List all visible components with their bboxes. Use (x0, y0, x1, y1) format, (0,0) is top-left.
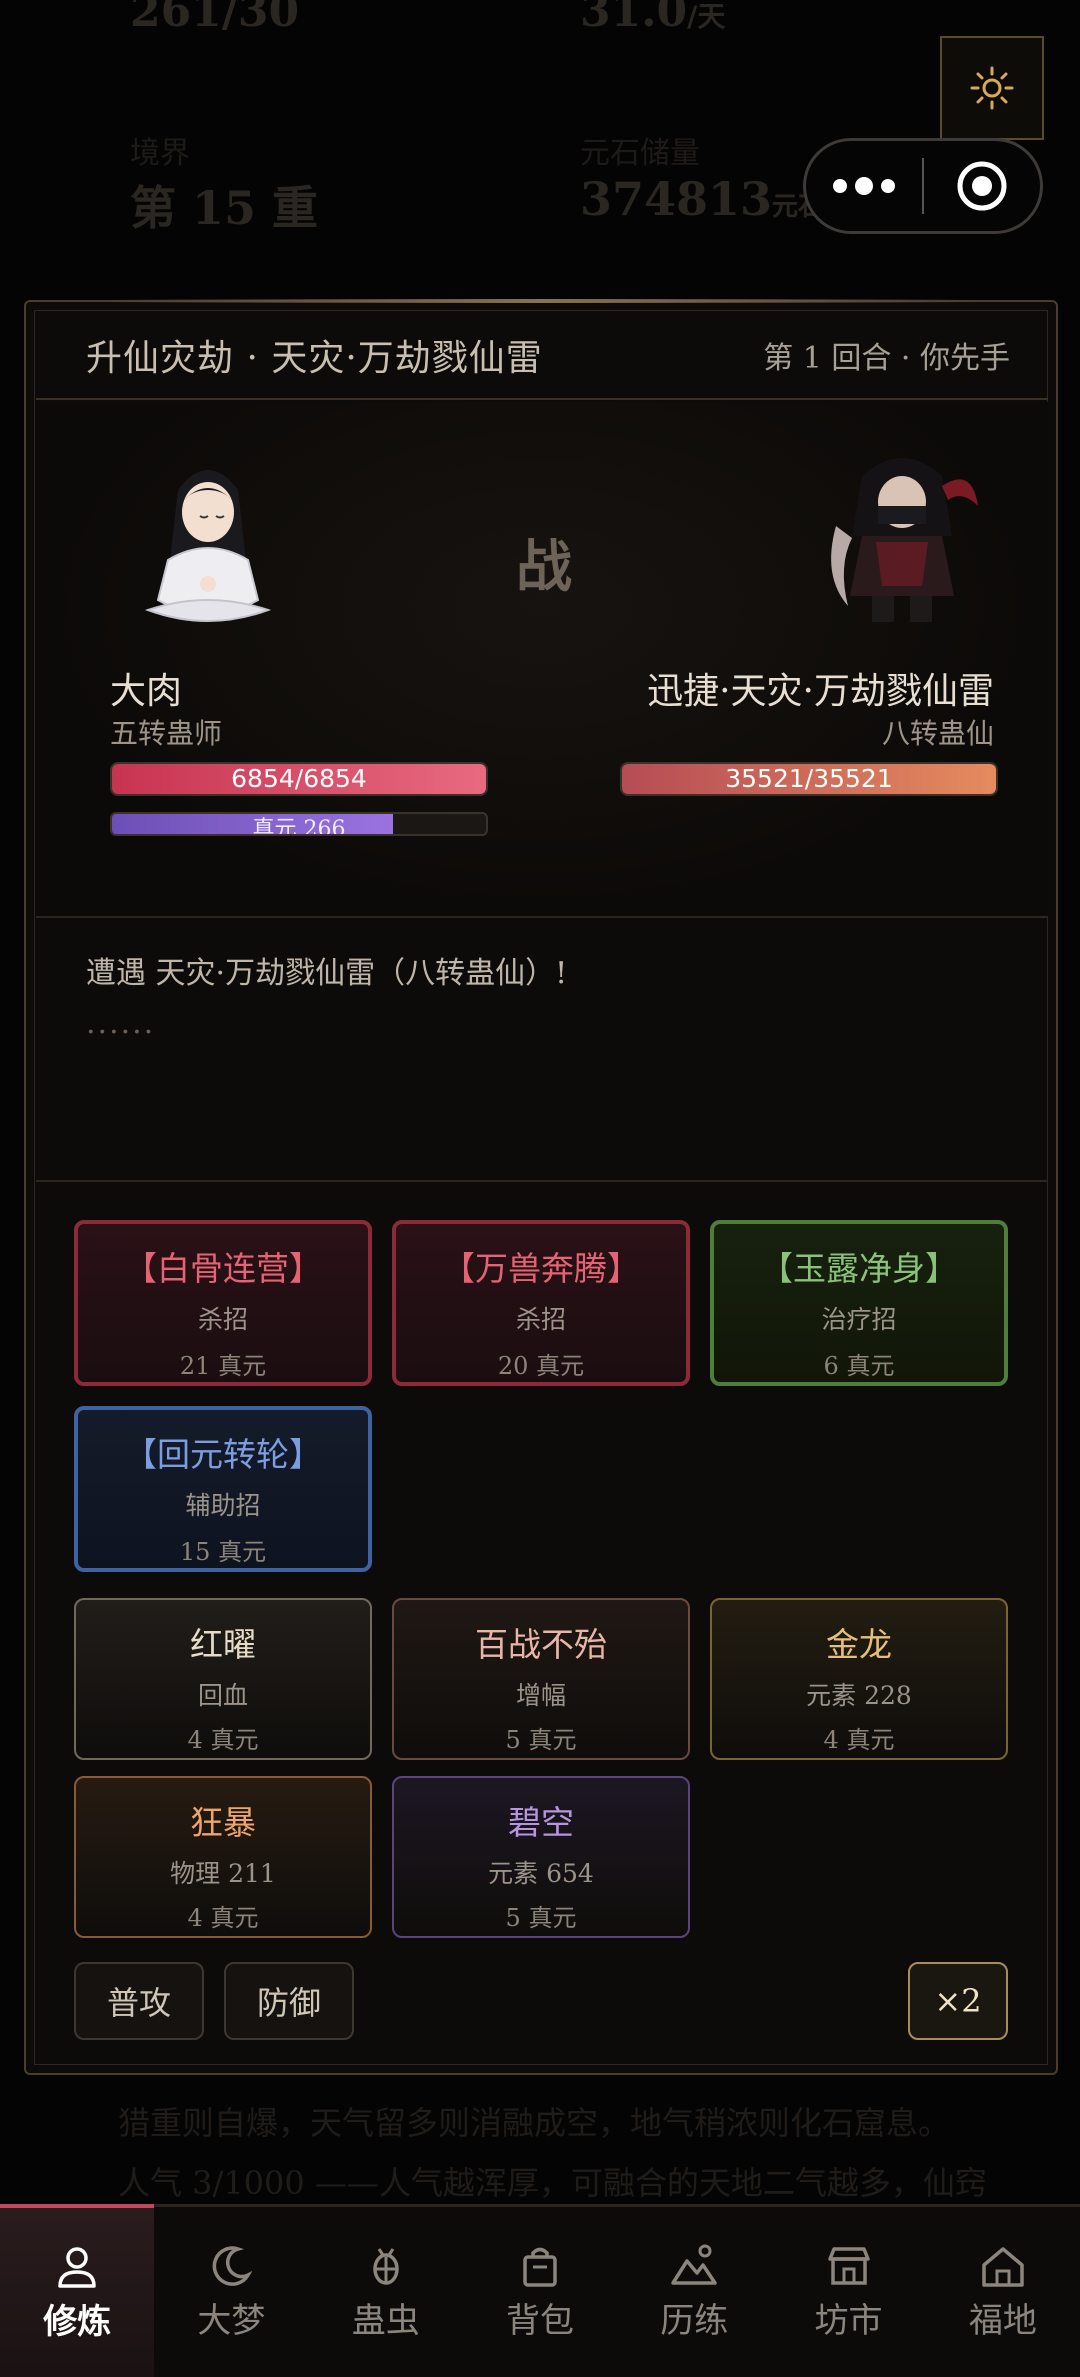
mountain-icon (671, 2244, 718, 2285)
gu-kind: 回血 (197, 1681, 248, 1710)
player-mp-bar: 真元 266 (110, 812, 488, 836)
bg-stat-top-left: 261/30 (130, 0, 300, 37)
skill-kind: 杀招 (515, 1305, 566, 1334)
gu-cost: 5 真元 (505, 1904, 577, 1932)
skill-kind: 治疗招 (821, 1305, 897, 1334)
theme-toggle-button[interactable] (940, 36, 1044, 140)
speed-toggle-button[interactable]: ×2 (908, 1962, 1008, 2040)
gu-cost: 4 真元 (187, 1904, 259, 1932)
gu-name: 狂暴 (190, 1803, 256, 1842)
store-icon (827, 2247, 870, 2285)
bg-stat-top-right-value: 31.0 (580, 0, 688, 37)
battle-header: 升仙灾劫 · 天灾·万劫戮仙雷 第 1 回合 · 你先手 (36, 312, 1048, 400)
nav-tab-gu[interactable]: 蛊虫 (309, 2207, 463, 2377)
gu-cost: 5 真元 (505, 1726, 577, 1754)
user-icon (58, 2247, 96, 2288)
bg-stat-top-right-unit: /天 (687, 0, 726, 33)
bottom-nav: 修炼 大梦 蛊虫 背包 历练 坊市 福地 (0, 2204, 1080, 2377)
nav-tab-adventure[interactable]: 历练 (617, 2207, 771, 2377)
gu-name: 百战不殆 (475, 1625, 607, 1664)
nav-label: 福地 (968, 2301, 1037, 2341)
gu-name: 金龙 (826, 1625, 892, 1664)
nav-label: 蛊虫 (351, 2301, 420, 2341)
nav-tab-market[interactable]: 坊市 (771, 2207, 925, 2377)
skill-kind: 杀招 (197, 1305, 248, 1334)
nav-label: 历练 (660, 2301, 729, 2341)
enemy-name: 迅捷·天灾·万劫戮仙雷 (647, 671, 994, 712)
defend-button[interactable]: 防御 (224, 1962, 354, 2040)
more-icon[interactable] (806, 177, 922, 195)
nav-label: 修炼 (43, 2302, 112, 2342)
gu-cost: 4 真元 (187, 1726, 259, 1754)
gu-kind: 增幅 (515, 1681, 566, 1710)
battle-panel: 升仙灾劫 · 天灾·万劫戮仙雷 第 1 回合 · 你先手 战 大肉 五转蛊师 迅… (24, 299, 1058, 2075)
home-icon (982, 2247, 1024, 2287)
skill-cost: 20 真元 (497, 1352, 585, 1380)
skill-card[interactable]: 【万兽奔腾】 杀招 20 真元 (392, 1220, 690, 1386)
gu-card[interactable]: 碧空 元素 654 5 真元 (392, 1776, 690, 1938)
gu-card[interactable]: 狂暴 物理 211 4 真元 (74, 1776, 372, 1938)
bg-stones-value: 374813 (580, 172, 773, 226)
skill-name: 【白骨连营】 (124, 1249, 322, 1288)
bg-text-line2: 人气 3/1000 ——人气越浑厚，可融合的天地二气越多，仙窍 (118, 2164, 987, 2202)
bg-label-right: 元石储量 (580, 136, 700, 171)
sun-icon (970, 66, 1014, 110)
bug-icon (372, 2248, 399, 2285)
target-icon[interactable] (924, 159, 1040, 213)
gu-cost: 4 真元 (823, 1726, 895, 1754)
gu-card[interactable]: 百战不殆 增幅 5 真元 (392, 1598, 690, 1760)
gu-kind: 物理 211 (170, 1859, 276, 1888)
miniprogram-capsule (803, 138, 1043, 234)
skill-name: 【万兽奔腾】 (442, 1249, 640, 1288)
skill-cost: 21 真元 (179, 1352, 267, 1380)
battle-round: 第 1 回合 · 你先手 (763, 341, 1010, 376)
skill-kind: 辅助招 (185, 1491, 261, 1520)
gu-kind: 元素 654 (488, 1859, 594, 1888)
bag-icon (523, 2247, 557, 2287)
nav-tab-blessed-land[interactable]: 福地 (926, 2207, 1080, 2377)
enemy-hp-text: 35521/35521 (725, 764, 893, 793)
attack-button[interactable]: 普攻 (74, 1962, 204, 2040)
gu-kind: 元素 228 (806, 1681, 912, 1710)
player-avatar (144, 470, 272, 622)
player-mp-text: 真元 266 (252, 817, 346, 836)
gu-card[interactable]: 金龙 元素 228 4 真元 (710, 1598, 1008, 1760)
skill-cost: 15 真元 (179, 1538, 267, 1566)
versus-label: 战 (516, 534, 572, 600)
nav-label: 大梦 (197, 2301, 266, 2341)
enemy-avatar (831, 458, 978, 622)
skill-card[interactable]: 【回元转轮】 辅助招 15 真元 (74, 1406, 372, 1572)
nav-tab-cultivate[interactable]: 修炼 (0, 2204, 155, 2377)
gu-card[interactable]: 红曜 回血 4 真元 (74, 1598, 372, 1760)
skill-card[interactable]: 【玉露净身】 治疗招 6 真元 (710, 1220, 1008, 1386)
battle-log-line: 遭遇 天灾·万劫戮仙雷（八转蛊仙）! (86, 956, 568, 991)
bg-label-left: 境界 (130, 136, 190, 171)
enemy-rank: 八转蛊仙 (881, 717, 994, 750)
bg-stat-top-right: 31.0/天 (580, 0, 725, 37)
bg-level: 第 15 重 (130, 181, 319, 235)
battle-arena: 战 大肉 五转蛊师 迅捷·天灾·万劫戮仙雷 八转蛊仙 6854/6854 真元 … (36, 402, 1048, 918)
moon-icon (213, 2246, 253, 2286)
nav-label: 背包 (505, 2301, 574, 2341)
nav-tab-bag[interactable]: 背包 (463, 2207, 617, 2377)
battle-title: 升仙灾劫 · 天灾·万劫戮仙雷 (86, 338, 543, 379)
gu-name: 红曜 (190, 1625, 256, 1664)
enemy-hp-bar: 35521/35521 (620, 762, 998, 796)
player-rank: 五转蛊师 (110, 717, 223, 750)
battle-log: 遭遇 天灾·万劫戮仙雷（八转蛊仙）! ...... (36, 920, 1048, 1182)
player-hp-text: 6854/6854 (231, 764, 367, 793)
skill-name: 【回元转轮】 (124, 1435, 322, 1474)
nav-label: 坊市 (814, 2301, 883, 2341)
skill-cost: 6 真元 (823, 1352, 895, 1380)
nav-tab-dream[interactable]: 大梦 (154, 2207, 308, 2377)
player-name: 大肉 (110, 671, 183, 712)
skill-card[interactable]: 【白骨连营】 杀招 21 真元 (74, 1220, 372, 1386)
skill-name: 【玉露净身】 (760, 1249, 958, 1288)
bg-text-line1: 猎重则自爆，天气留多则消融成空，地气稍浓则化石窟息。 (118, 2104, 951, 2142)
gu-name: 碧空 (508, 1803, 574, 1842)
player-hp-bar: 6854/6854 (110, 762, 488, 796)
battle-log-line: ...... (86, 1006, 156, 1041)
bg-stones: 374813元石 (580, 172, 824, 226)
